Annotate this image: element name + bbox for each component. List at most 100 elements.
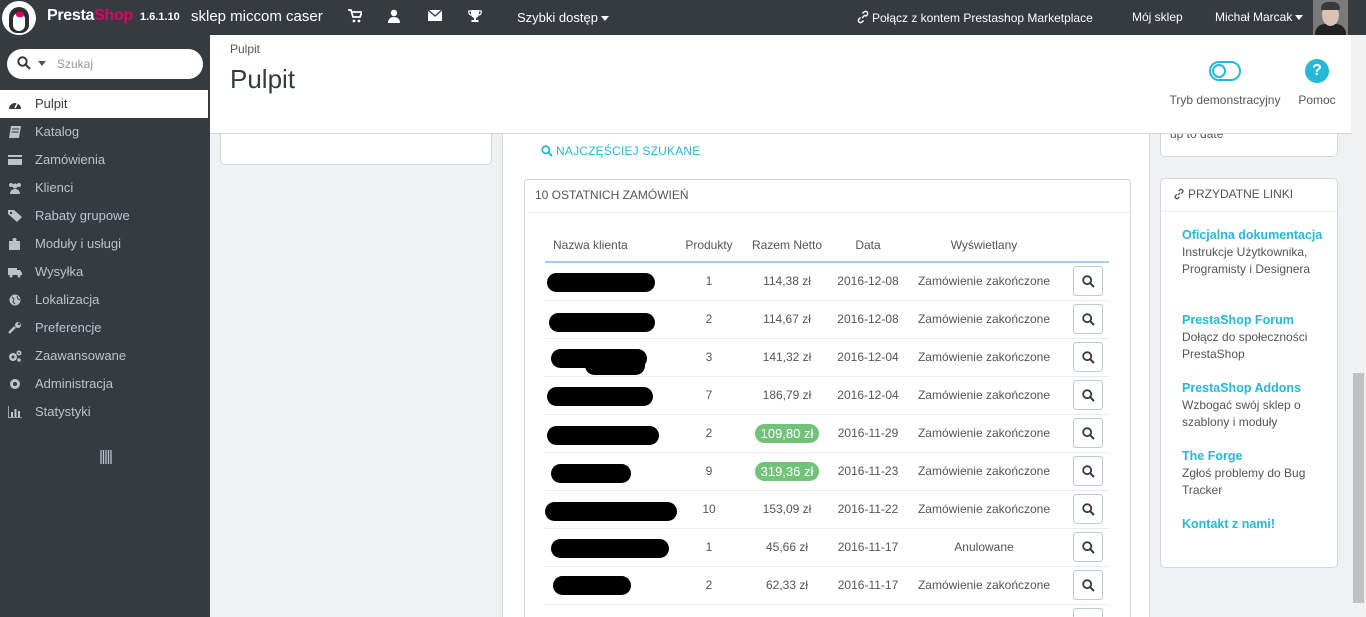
view-order-button[interactable] xyxy=(1073,418,1103,448)
view-order-button[interactable] xyxy=(1073,342,1103,372)
link-title[interactable]: Kontakt z nami! xyxy=(1182,516,1327,533)
marketplace-link[interactable]: Połącz z kontem Prestashop Marketplace xyxy=(856,10,1093,25)
link-description: Dołącz do społeczności PrestaShop xyxy=(1182,330,1308,361)
panel-text-fragment: up to date xyxy=(1170,134,1224,141)
redacted-mark xyxy=(551,538,669,558)
sidebar-item-preferencje[interactable]: Preferencje xyxy=(0,314,210,342)
column-header[interactable]: Data xyxy=(835,228,901,263)
customer-name-cell[interactable] xyxy=(545,338,679,377)
most-searched-link[interactable]: NAJCZĘŚCIEJ SZUKANE xyxy=(541,144,701,158)
table-row[interactable]: 1 114,38 zł 2016-12-08 Zamówienie zakończon… xyxy=(545,262,1109,301)
table-row[interactable]: 2 114,67 zł 2016-12-08 Zamówienie zakończon… xyxy=(545,300,1109,339)
table-row[interactable] xyxy=(545,604,1109,617)
column-header[interactable]: Nazwa klienta xyxy=(545,228,679,263)
envelope-icon[interactable] xyxy=(427,9,443,25)
table-row[interactable]: 10 153,09 zł 2016-11-22 Zamówienie zakończo… xyxy=(545,490,1109,529)
trophy-icon[interactable] xyxy=(467,9,483,25)
table-row[interactable]: 3 141,32 zł 2016-12-04 Zamówienie zakończon… xyxy=(545,338,1109,377)
customer-name-cell[interactable] xyxy=(545,490,679,529)
sidebar-item-zaawansowane[interactable]: Zaawansowane xyxy=(0,342,210,370)
link-title[interactable]: Oficjalna dokumentacja xyxy=(1182,227,1327,244)
sidebar-item-administracja[interactable]: Administracja xyxy=(0,370,210,398)
shop-name[interactable]: sklep miccom caser xyxy=(191,8,323,25)
link-item[interactable]: PrestaShop Addons Wzbogać swój sklep o s… xyxy=(1182,380,1327,431)
sidebar-item-pulpit[interactable]: Pulpit xyxy=(0,90,208,118)
question-circle-icon: ? xyxy=(1305,59,1329,83)
column-header[interactable]: Razem Netto xyxy=(739,228,835,263)
total-cell: 114,38 zł xyxy=(739,262,835,301)
view-order-button[interactable] xyxy=(1073,456,1103,486)
customer-name-cell[interactable] xyxy=(545,414,679,453)
my-shop-link[interactable]: Mój sklep xyxy=(1132,10,1183,24)
sidebar-item-zamowienia[interactable]: Zamówienia xyxy=(0,146,210,174)
view-order-button[interactable] xyxy=(1073,494,1103,524)
version-label: 1.6.1.10 xyxy=(140,11,180,23)
collapse-sidebar-icon[interactable] xyxy=(100,450,112,464)
customer-name-cell[interactable] xyxy=(545,376,679,415)
sidebar-item-statystyki[interactable]: Statystyki xyxy=(0,398,210,426)
view-order-button[interactable] xyxy=(1073,608,1103,617)
sidebar-item-lokalizacja[interactable]: Lokalizacja xyxy=(0,286,210,314)
avatar[interactable] xyxy=(1313,0,1348,35)
breadcrumb[interactable]: Pulpit xyxy=(230,42,260,56)
date-cell: 2016-12-08 xyxy=(835,300,901,339)
link-item[interactable]: PrestaShop Forum Dołącz do społeczności … xyxy=(1182,312,1327,363)
column-header xyxy=(1067,228,1109,263)
column-header[interactable]: Wyświetlany xyxy=(901,228,1067,263)
products-cell: 2 xyxy=(679,300,739,339)
table-row[interactable]: 2 62,33 zł 2016-11-17 Zamówienie zakończone xyxy=(545,566,1109,605)
search-icon xyxy=(1082,503,1095,516)
customer-name-cell[interactable] xyxy=(545,566,679,605)
scrollbar-thumb[interactable] xyxy=(1353,373,1364,603)
view-order-button[interactable] xyxy=(1073,532,1103,562)
cart-icon[interactable] xyxy=(347,9,364,25)
link-title[interactable]: PrestaShop Forum xyxy=(1182,312,1327,329)
link-title[interactable]: The Forge xyxy=(1182,448,1327,465)
table-row[interactable]: 9 319,36 zł 2016-11-23 Zamówienie zakończon… xyxy=(545,452,1109,491)
view-order-button[interactable] xyxy=(1073,266,1103,297)
products-cell: 3 xyxy=(679,338,739,377)
demo-mode-button[interactable]: Tryb demonstracyjny xyxy=(1163,61,1287,107)
table-row[interactable]: 2 109,80 zł 2016-11-29 Zamówienie zakończon… xyxy=(545,414,1109,453)
view-order-button[interactable] xyxy=(1073,304,1103,334)
search-input[interactable] xyxy=(57,55,197,73)
action-cell xyxy=(1067,490,1109,529)
table-row[interactable]: 7 186,79 zł 2016-12-04 Zamówienie zakończon… xyxy=(545,376,1109,415)
customer-name-cell[interactable] xyxy=(545,262,679,301)
link-icon xyxy=(1174,188,1184,200)
redacted-mark xyxy=(585,355,645,375)
sidebar-item-rabaty[interactable]: Rabaty grupowe xyxy=(0,202,210,230)
customer-name-cell[interactable] xyxy=(545,528,679,567)
customer-name-cell[interactable] xyxy=(545,452,679,491)
user-menu[interactable]: Michał Marcak xyxy=(1215,10,1304,24)
sidebar-item-wysylka[interactable]: Wysyłka xyxy=(0,258,210,286)
prestashop-logo-icon[interactable] xyxy=(2,1,36,35)
help-button[interactable]: ? Pomoc xyxy=(1294,59,1340,107)
customer-name-cell[interactable] xyxy=(545,300,679,339)
view-order-button[interactable] xyxy=(1073,570,1103,600)
quick-access-menu[interactable]: Szybki dostęp xyxy=(517,10,609,25)
table-row[interactable]: 1 45,66 zł 2016-11-17 Anulowane xyxy=(545,528,1109,567)
status-cell: Zamówienie zakończone xyxy=(901,414,1067,453)
total-cell: 109,80 zł xyxy=(739,414,835,453)
sidebar-item-katalog[interactable]: Katalog xyxy=(0,118,210,146)
link-item[interactable]: Kontakt z nami! xyxy=(1182,516,1327,533)
total-cell: 319,36 zł xyxy=(739,452,835,491)
page-scrollbar[interactable] xyxy=(1351,35,1366,617)
sidebar-item-label: Wysyłka xyxy=(35,264,84,279)
view-order-button[interactable] xyxy=(1073,380,1103,410)
search-icon[interactable] xyxy=(17,56,31,70)
bar-chart-icon xyxy=(8,406,22,418)
search-type-dropdown[interactable] xyxy=(38,61,46,66)
link-item[interactable]: Oficjalna dokumentacja Instrukcje Użytko… xyxy=(1182,227,1327,278)
sidebar-item-klienci[interactable]: Klienci xyxy=(0,174,210,202)
column-header[interactable]: Produkty xyxy=(679,228,739,263)
action-cell xyxy=(1067,300,1109,339)
user-icon[interactable] xyxy=(386,9,402,25)
sidebar-item-moduly[interactable]: Moduły i usługi xyxy=(0,230,210,258)
link-title[interactable]: PrestaShop Addons xyxy=(1182,380,1327,397)
total-badge: 109,80 zł xyxy=(754,423,820,443)
link-item[interactable]: The Forge Zgłoś problemy do Bug Tracker xyxy=(1182,448,1327,499)
brand-name[interactable]: PrestaShop xyxy=(47,7,133,25)
redacted-mark xyxy=(547,273,655,292)
